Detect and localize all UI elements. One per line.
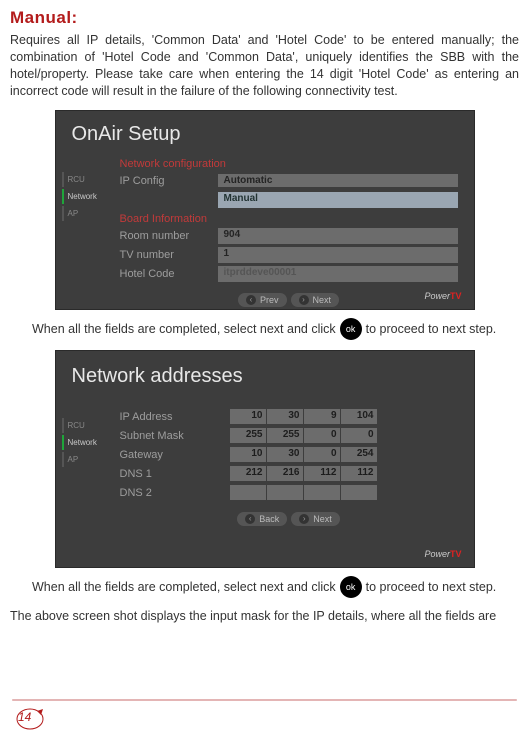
ip-octet[interactable]: 30 (267, 447, 303, 462)
ip-row-label: Subnet Mask (120, 430, 230, 442)
ip-octet[interactable] (267, 485, 303, 500)
chevron-left-icon: ‹ (246, 295, 256, 305)
ip-octet[interactable]: 112 (304, 466, 340, 481)
page-number: 14 (14, 707, 42, 729)
screenshot-network-addresses: Network addresses RCU Network AP IP Addr… (55, 350, 475, 568)
tab-rcu-2[interactable]: RCU (62, 418, 112, 433)
ip-row-label: DNS 1 (120, 468, 230, 480)
next-label: Next (313, 295, 332, 305)
ip-octet[interactable]: 255 (267, 428, 303, 443)
ip-octet[interactable]: 254 (341, 447, 377, 462)
section-heading: Manual: (10, 8, 519, 28)
side-tabs: RCU Network AP (62, 172, 112, 307)
ipconfig-automatic[interactable]: Automatic (218, 174, 458, 187)
powertv-logo: PowerTV (424, 291, 461, 301)
ip-octet[interactable] (304, 485, 340, 500)
ipconfig-manual[interactable]: Manual (218, 192, 458, 208)
ip-octet[interactable]: 0 (304, 428, 340, 443)
footer-rule (12, 699, 517, 701)
tab-ap[interactable]: AP (62, 206, 112, 221)
ok-button-icon: ok (340, 318, 362, 340)
back-button[interactable]: ‹ Back (237, 512, 287, 526)
network-addresses-title: Network addresses (56, 351, 474, 398)
prev-button[interactable]: ‹ Prev (238, 293, 287, 307)
onair-title: OnAir Setup (56, 111, 474, 152)
step-text-a: When all the fields are completed, selec… (32, 322, 336, 336)
ip-row-label: DNS 2 (120, 487, 230, 499)
ip-octet[interactable] (341, 485, 377, 500)
step-instruction-1: When all the fields are completed, selec… (32, 318, 519, 340)
ip-octet[interactable]: 112 (341, 466, 377, 481)
page-number-text: 14 (18, 710, 31, 724)
footer-paragraph: The above screen shot displays the input… (10, 608, 519, 625)
ip-octet[interactable]: 255 (230, 428, 266, 443)
chevron-right-icon: › (299, 295, 309, 305)
tab-network-2[interactable]: Network (62, 435, 112, 450)
ip-row-label: Gateway (120, 449, 230, 461)
screenshot-onair-setup: OnAir Setup RCU Network AP Network confi… (55, 110, 475, 310)
ip-octet[interactable]: 30 (267, 409, 303, 424)
hotel-code-label: Hotel Code (120, 268, 218, 280)
ip-octet[interactable]: 212 (230, 466, 266, 481)
intro-paragraph: Requires all IP details, 'Common Data' a… (10, 32, 519, 100)
ip-row: Subnet Mask25525500 (120, 427, 458, 445)
ip-octet[interactable]: 216 (267, 466, 303, 481)
tab-ap-2[interactable]: AP (62, 452, 112, 467)
step-text-b-2: to proceed to next step. (366, 580, 497, 594)
ip-row: IP Address10309104 (120, 408, 458, 426)
tab-rcu[interactable]: RCU (62, 172, 112, 187)
next-label-2: Next (313, 514, 332, 524)
section-network-config: Network configuration (120, 158, 458, 170)
section-board-info: Board Information (120, 213, 458, 225)
tv-number-value[interactable]: 1 (218, 247, 458, 263)
step-text-a-2: When all the fields are completed, selec… (32, 580, 336, 594)
ip-octet[interactable]: 10 (230, 409, 266, 424)
powertv-logo-2: PowerTV (424, 549, 461, 559)
side-tabs-2: RCU Network AP (62, 418, 112, 526)
ip-row: DNS 2 (120, 484, 458, 502)
chevron-left-icon: ‹ (245, 514, 255, 524)
ip-octet[interactable] (230, 485, 266, 500)
tab-network[interactable]: Network (62, 189, 112, 204)
ok-button-icon-2: ok (340, 576, 362, 598)
back-label: Back (259, 514, 279, 524)
ip-octet[interactable]: 0 (304, 447, 340, 462)
ip-octet[interactable]: 9 (304, 409, 340, 424)
ipconfig-label: IP Config (120, 175, 218, 187)
ip-octet[interactable]: 104 (341, 409, 377, 424)
ip-row-label: IP Address (120, 411, 230, 423)
next-button[interactable]: › Next (291, 293, 340, 307)
ip-row: DNS 1212216112112 (120, 465, 458, 483)
prev-label: Prev (260, 295, 279, 305)
next-button-2[interactable]: › Next (291, 512, 340, 526)
ip-octet[interactable]: 0 (341, 428, 377, 443)
hotel-code-value[interactable]: itprddeve00001 (218, 266, 458, 282)
ip-octet[interactable]: 10 (230, 447, 266, 462)
chevron-right-icon: › (299, 514, 309, 524)
room-number-value[interactable]: 904 (218, 228, 458, 244)
room-number-label: Room number (120, 230, 218, 242)
ip-grid: IP Address10309104Subnet Mask25525500Gat… (120, 408, 458, 502)
ip-row: Gateway10300254 (120, 446, 458, 464)
tv-number-label: TV number (120, 249, 218, 261)
step-instruction-2: When all the fields are completed, selec… (32, 576, 519, 598)
step-text-b: to proceed to next step. (366, 322, 497, 336)
